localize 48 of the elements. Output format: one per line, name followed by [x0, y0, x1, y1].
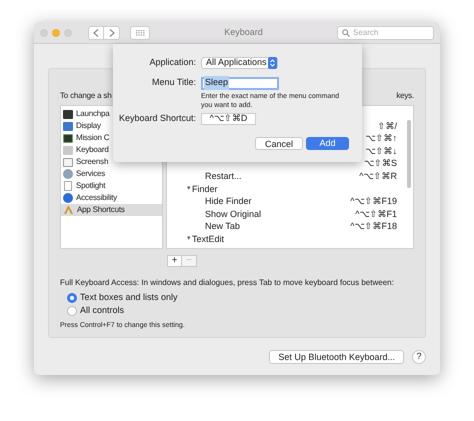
- shortcut-keys: ⇧⌘/: [377, 120, 397, 134]
- category-item[interactable]: Accessibility: [61, 192, 162, 204]
- shortcut-keys: ^⌥⇧⌘F19: [350, 195, 397, 209]
- shortcut-keys: ^⌥⇧⌘R: [359, 170, 397, 184]
- stepper-icon: [268, 57, 277, 69]
- category-item[interactable]: Services: [61, 168, 162, 180]
- category-item[interactable]: App Shortcuts: [61, 204, 162, 216]
- command-name[interactable]: Restart...: [205, 170, 242, 184]
- shortcut-keys: ^⌥⇧⌘F1: [355, 208, 397, 222]
- command-name[interactable]: Hide Finder: [205, 195, 252, 209]
- shortcut-keys: ⌥⇧⌘↓: [366, 144, 397, 158]
- cancel-button[interactable]: Cancel: [255, 137, 303, 150]
- dark-square-icon: [63, 110, 73, 118]
- shortcut-field[interactable]: ^⌥⇧⌘D: [201, 113, 256, 125]
- forward-icon[interactable]: [104, 26, 120, 40]
- group-name[interactable]: TextEdit: [192, 232, 224, 246]
- category-item[interactable]: Spotlight: [61, 180, 162, 192]
- add-button[interactable]: Add: [306, 137, 349, 150]
- add-button[interactable]: +: [167, 255, 182, 267]
- instruction-text: To change a sh: [60, 90, 112, 102]
- bluetooth-keyboard-button[interactable]: Set Up Bluetooth Keyboard...: [269, 350, 404, 364]
- command-name[interactable]: Show Original: [205, 208, 262, 222]
- radio-option[interactable]: Text boxes and lists only: [67, 292, 414, 304]
- radio-option[interactable]: All controls: [67, 305, 414, 317]
- application-popup[interactable]: All Applications: [201, 57, 278, 69]
- scrollbar: [407, 120, 411, 188]
- search-field[interactable]: Search: [337, 26, 434, 40]
- grid-icon[interactable]: [130, 26, 150, 40]
- back-icon[interactable]: [88, 26, 104, 40]
- shortcut-keys: ⌥⇧⌘↑: [366, 132, 397, 146]
- menu-title-field[interactable]: Sleep: [201, 76, 279, 90]
- keyboard-access-text: Full Keyboard Access: In windows and dialogues, press Tab to move keyboard focus between:: [60, 277, 394, 289]
- search-icon: [342, 28, 350, 36]
- shortcut-keys: ^⌥⇧⌘F18: [350, 220, 397, 234]
- command-name[interactable]: New Tab: [205, 220, 240, 234]
- help-button[interactable]: ?: [412, 350, 426, 364]
- group-name[interactable]: Finder: [192, 182, 218, 196]
- category-item[interactable]: Keyboard: [61, 144, 162, 156]
- menu-title-label: Menu Title:: [150, 76, 196, 90]
- category-item[interactable]: Mission C: [61, 132, 162, 144]
- search-input[interactable]: Search: [353, 26, 423, 38]
- window-title: Keyboard: [223, 26, 264, 39]
- shortcut-keys: ⌥⇧⌘S: [364, 157, 397, 171]
- category-item[interactable]: Screensh: [61, 156, 162, 168]
- application-label: Application:: [148, 56, 196, 70]
- shortcut-label: Keyboard Shortcut:: [118, 112, 196, 126]
- instruction-text: keys.: [396, 90, 414, 102]
- minimize-icon[interactable]: [52, 28, 60, 36]
